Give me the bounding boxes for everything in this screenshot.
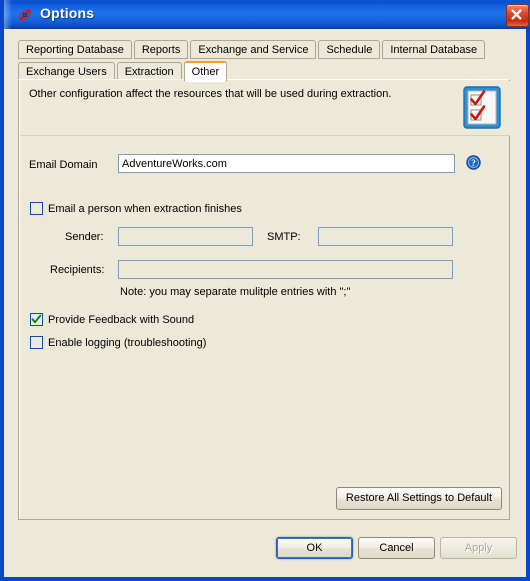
- tab-exchange-and-service[interactable]: Exchange and Service: [190, 40, 317, 59]
- enable-logging-checkbox[interactable]: [30, 336, 43, 349]
- provide-feedback-sound-checkbox-row[interactable]: Provide Feedback with Sound: [30, 313, 194, 326]
- provide-feedback-sound-label: Provide Feedback with Sound: [48, 313, 195, 326]
- apply-button: Apply: [440, 537, 517, 559]
- recipients-input[interactable]: [118, 260, 453, 279]
- tab-row-2: Exchange Users Extraction Other: [18, 61, 510, 82]
- panel-header-band: Other configuration affect the resources…: [20, 81, 510, 136]
- pen-icon: [16, 6, 34, 24]
- tab-row-1: Reporting Database Reports Exchange and Se…: [18, 40, 510, 60]
- sender-input[interactable]: [118, 227, 253, 246]
- checklist-icon: [463, 85, 502, 130]
- help-circle-icon[interactable]: ?: [466, 155, 481, 170]
- window-title: Options: [40, 5, 95, 21]
- restore-defaults-button[interactable]: Restore All Settings to Default: [336, 487, 502, 510]
- title-bar: Options: [4, 0, 530, 29]
- sender-label: Sender:: [65, 231, 104, 243]
- smtp-input[interactable]: [318, 227, 453, 246]
- tab-strip: Reporting Database Reports Exchange and Se…: [18, 40, 510, 82]
- email-domain-label: Email Domain: [29, 159, 98, 171]
- provide-feedback-sound-checkbox[interactable]: [30, 313, 43, 326]
- tab-other[interactable]: Other: [183, 61, 228, 82]
- smtp-label: SMTP:: [267, 231, 301, 243]
- enable-logging-checkbox-row[interactable]: Enable logging (troubleshooting): [30, 336, 206, 349]
- tab-reports[interactable]: Reports: [133, 40, 189, 59]
- recipients-note: Note: you may separate mulitple entries …: [120, 286, 351, 298]
- options-dialog-window: Options Reporting Database Reports Exchang…: [0, 0, 530, 581]
- ok-button[interactable]: OK: [276, 537, 353, 559]
- tab-panel-other: Other configuration affect the resources…: [18, 79, 510, 520]
- email-person-checkbox-label: Email a person when extraction finishes: [48, 202, 242, 215]
- email-person-checkbox[interactable]: [30, 202, 43, 215]
- email-domain-input[interactable]: [118, 154, 455, 173]
- titlebar-glow: [4, 0, 12, 29]
- recipients-label: Recipients:: [50, 264, 105, 276]
- enable-logging-label: Enable logging (troubleshooting): [48, 336, 207, 349]
- email-person-checkbox-row[interactable]: Email a person when extraction finishes: [30, 202, 242, 215]
- tab-reporting-database[interactable]: Reporting Database: [18, 40, 132, 59]
- close-button[interactable]: [506, 4, 529, 27]
- svg-text:?: ?: [471, 158, 476, 168]
- tab-internal-database[interactable]: Internal Database: [382, 40, 486, 59]
- tab-schedule[interactable]: Schedule: [318, 40, 381, 59]
- panel-description: Other configuration affect the resources…: [29, 88, 392, 100]
- cancel-button[interactable]: Cancel: [358, 537, 435, 559]
